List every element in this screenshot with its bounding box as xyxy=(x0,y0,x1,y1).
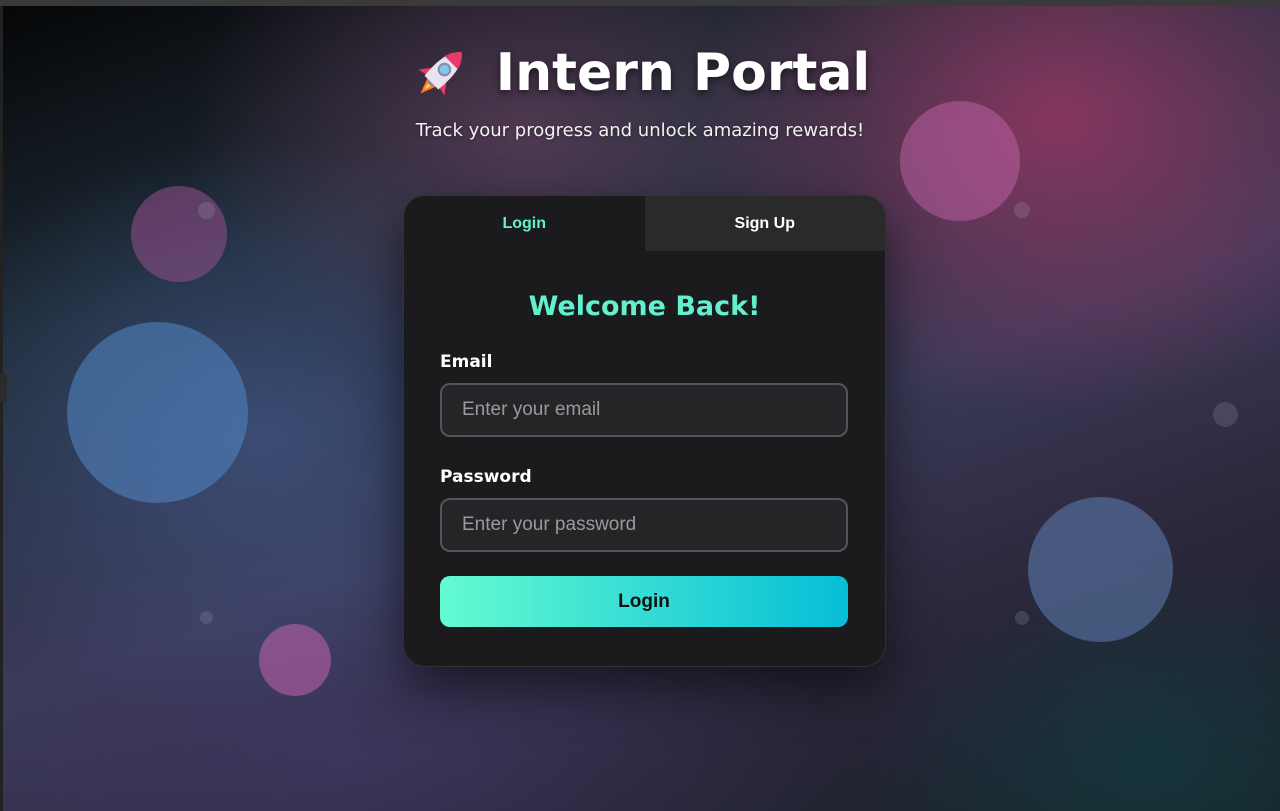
decorative-dot xyxy=(1014,202,1030,218)
rocket-icon xyxy=(418,52,462,96)
decorative-dot xyxy=(198,202,215,219)
decorative-bubble xyxy=(131,186,227,282)
title-row: Intern Portal xyxy=(410,38,871,108)
page-title: Intern Portal xyxy=(495,43,871,103)
email-label: Email xyxy=(440,352,493,372)
decorative-dot xyxy=(1015,611,1029,625)
email-field[interactable] xyxy=(440,383,848,437)
form-heading: Welcome Back! xyxy=(528,291,761,322)
login-form: Welcome Back! Email Password Login xyxy=(404,291,885,627)
login-page: Intern Portal Track your progress and un… xyxy=(0,0,1280,811)
tab-sign-up[interactable]: Sign Up xyxy=(644,196,885,251)
auth-tabs: Login Sign Up xyxy=(404,196,885,251)
decorative-bubble xyxy=(67,322,248,503)
page-header: Intern Portal Track your progress and un… xyxy=(0,38,1280,141)
login-button[interactable]: Login xyxy=(440,576,848,627)
tab-login[interactable]: Login xyxy=(404,196,645,251)
side-panel-handle[interactable] xyxy=(0,374,7,402)
decorative-bubble xyxy=(1028,497,1173,642)
page-subtitle: Track your progress and unlock amazing r… xyxy=(415,120,865,141)
auth-card: Login Sign Up Welcome Back! Email Passwo… xyxy=(403,195,886,667)
decorative-dot xyxy=(200,611,213,624)
decorative-bubble xyxy=(259,624,331,696)
decorative-dot xyxy=(1213,402,1238,427)
password-label: Password xyxy=(440,467,532,487)
window-top-bar xyxy=(0,0,1280,6)
password-field[interactable] xyxy=(440,498,848,552)
